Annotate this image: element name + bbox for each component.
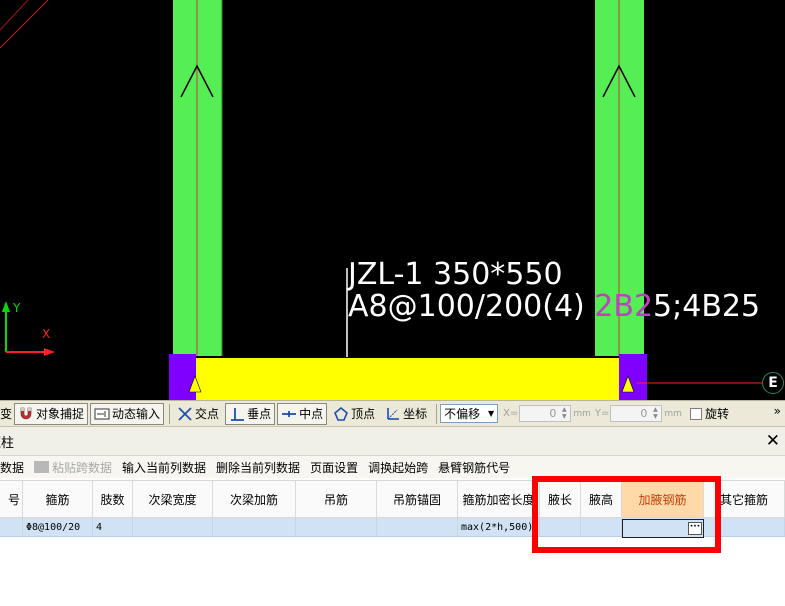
column-header[interactable]: 箍筋加密长度	[458, 481, 540, 517]
midpoint-label: 中点	[299, 407, 324, 421]
offset-mode-value: 不偏移	[444, 407, 481, 421]
column-header[interactable]: 次梁加筋	[213, 481, 296, 517]
toolbar-separator	[436, 403, 438, 424]
intersection-icon	[178, 406, 192, 421]
y-offset-input[interactable]: 0 ▲ ▼	[610, 405, 663, 422]
cad-drawing-canvas[interactable]: Y X JZL-1 350*550 A8@100/200(4) 2B25;4B2…	[0, 0, 785, 400]
table-cell[interactable]	[296, 518, 377, 536]
paste-span-data-button[interactable]: 跨数据	[0, 459, 24, 476]
table-cell[interactable]: Φ8@100/20	[23, 518, 93, 536]
dynamic-input-icon	[94, 408, 110, 419]
perpendicular-snap-button[interactable]: 垂点	[225, 402, 276, 425]
paste-icon	[34, 461, 50, 473]
paste-span-data-disabled-button[interactable]: 粘贴跨数据	[34, 459, 112, 476]
snap-toolbar: 变 对象捕捉 动态输入 交点 垂点 中点 顶点 坐标 不偏移 ▼ X= 0 ▲ ▼…	[0, 400, 785, 427]
spinner-icon[interactable]: ▲ ▼	[650, 406, 660, 420]
vertex-snap-button[interactable]: 顶点	[329, 403, 379, 425]
dynamic-input-button[interactable]: 动态输入	[90, 402, 165, 425]
beam-label-top-bars: 2B2	[594, 289, 654, 324]
column-header[interactable]: 吊筋	[296, 481, 377, 517]
cantilever-rebar-code-button[interactable]: 悬臂钢筋代号	[438, 459, 510, 476]
x-offset-value: 0	[549, 407, 557, 420]
vertex-label: 顶点	[351, 407, 376, 421]
column-header[interactable]: 箍筋	[23, 481, 93, 517]
coordinate-icon	[387, 407, 400, 420]
delete-current-column-button[interactable]: 删除当前列数据	[216, 459, 300, 476]
column-header[interactable]: 次梁宽度	[133, 481, 213, 517]
column-header[interactable]: 其它箍筋	[704, 481, 785, 517]
column-header[interactable]: 号	[0, 481, 23, 517]
coordinate-label: 坐标	[403, 407, 428, 421]
magnet-icon	[20, 407, 32, 419]
x-offset-label: X=	[503, 408, 519, 419]
column-header[interactable]: 腋长	[540, 481, 581, 517]
column-header[interactable]: 吊筋锚固	[377, 481, 458, 517]
x-offset-input[interactable]: 0 ▲ ▼	[519, 405, 572, 422]
perpendicular-icon	[231, 407, 245, 421]
table-cell[interactable]	[133, 518, 213, 536]
table-cell[interactable]	[0, 518, 23, 536]
panel-title-bar: 框柱 ✕	[0, 427, 785, 456]
ucs-y-label: Y	[13, 301, 21, 315]
paste-span-label: 粘贴跨数据	[52, 460, 113, 475]
grid-toolbar: 跨数据 粘贴跨数据 输入当前列数据 删除当前列数据 页面设置 调换起始跨 悬臂钢…	[0, 456, 785, 478]
midpoint-snap-button[interactable]: 中点	[277, 402, 328, 425]
table-header-row: 号 箍筋 肢数 次梁宽度 次梁加筋 吊筋 吊筋锚固 箍筋加密长度 腋长 腋高 加…	[0, 480, 785, 518]
beam-label-bottom-bars: 5;4B25	[653, 289, 761, 324]
ucs-x-label: X	[42, 327, 51, 341]
support-left	[169, 354, 196, 400]
x-offset-unit: mm	[573, 408, 591, 419]
swap-start-span-button[interactable]: 调换起始跨	[368, 459, 428, 476]
y-offset-value: 0	[640, 407, 648, 420]
vertex-icon	[334, 406, 349, 421]
grid-marker-e[interactable]: E	[762, 372, 784, 394]
cad-drawing	[0, 0, 762, 400]
panel-title: 框柱	[0, 435, 15, 451]
object-snap-label: 对象捕捉	[36, 407, 85, 421]
offset-mode-select[interactable]: 不偏移 ▼	[440, 404, 499, 423]
close-icon[interactable]: ✕	[766, 431, 780, 451]
grid-line-diagonal	[0, 0, 49, 49]
input-current-column-button[interactable]: 输入当前列数据	[122, 459, 206, 476]
column-header-active[interactable]: 加腋钢筋	[622, 481, 704, 517]
support-right	[619, 354, 647, 400]
intersection-label: 交点	[195, 407, 220, 421]
chevron-down-icon: ▼	[488, 409, 495, 418]
toolbar-separator	[169, 403, 171, 424]
table-cell[interactable]	[213, 518, 296, 536]
intersection-snap-button[interactable]: 交点	[173, 403, 223, 425]
beam-body[interactable]	[196, 358, 619, 400]
beam-label-stirrup: A8@100/200(4)	[348, 289, 595, 324]
table-cell[interactable]	[704, 518, 785, 536]
table-cell[interactable]: 4	[93, 518, 133, 536]
table-cell[interactable]	[377, 518, 458, 536]
toolbar-overflow-button[interactable]: »	[774, 404, 781, 418]
haunch-rebar-editor[interactable]: ···	[622, 519, 704, 538]
coordinate-snap-button[interactable]: 坐标	[381, 403, 431, 425]
y-offset-label: Y=	[594, 408, 610, 419]
rotate-label: 旋转	[704, 407, 729, 421]
table-cell[interactable]	[581, 518, 622, 536]
beam-label-reinforcement: A8@100/200(4) 2B25;4B25	[348, 292, 760, 322]
page-setup-button[interactable]: 页面设置	[310, 459, 358, 476]
dynamic-input-label: 动态输入	[112, 407, 161, 421]
column-header[interactable]: 腋高	[581, 481, 622, 517]
column-header[interactable]: 肢数	[93, 481, 133, 517]
perpendicular-label: 垂点	[247, 407, 272, 421]
object-snap-button[interactable]: 对象捕捉	[14, 402, 89, 425]
beam-label-name: JZL-1 350*550	[348, 257, 563, 292]
spinner-icon[interactable]: ▲ ▼	[559, 406, 569, 420]
table-cell[interactable]	[540, 518, 581, 536]
table-cell[interactable]: max(2*h,500)	[458, 518, 540, 536]
y-offset-unit: mm	[664, 408, 682, 419]
ellipsis-icon[interactable]: ···	[688, 522, 702, 535]
snap-cut-label: 变	[0, 407, 13, 421]
grid-line-diagonal-2	[0, 0, 29, 31]
midpoint-icon	[282, 410, 297, 417]
rotate-checkbox[interactable]	[689, 407, 702, 420]
